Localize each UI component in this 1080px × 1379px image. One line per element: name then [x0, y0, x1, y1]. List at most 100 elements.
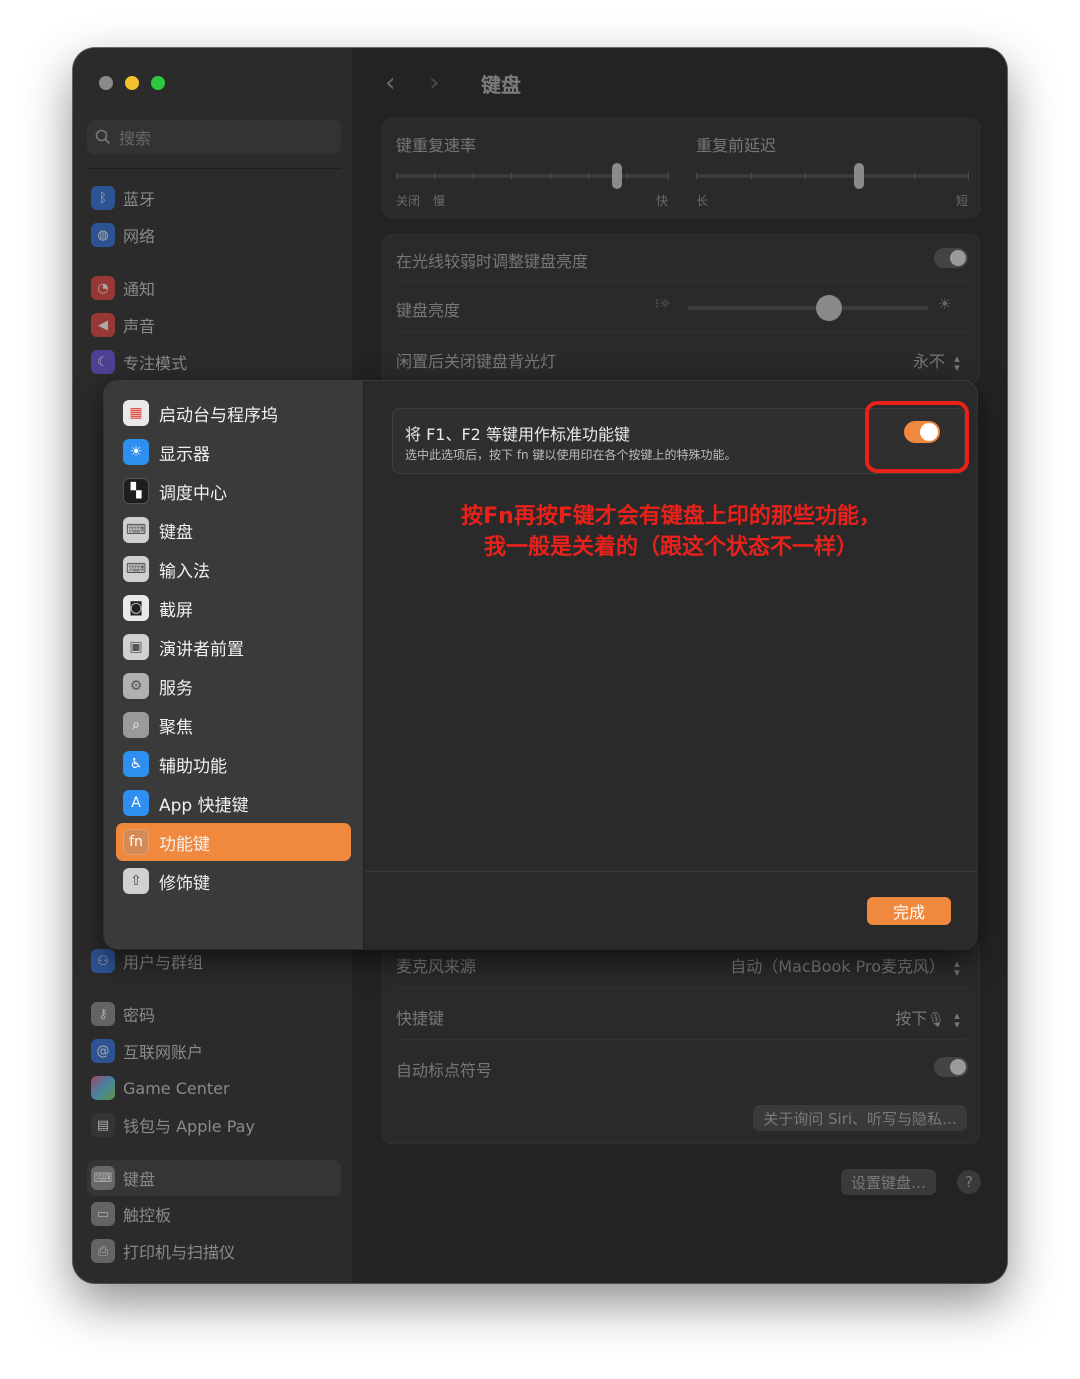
wallet-icon: ▤	[91, 1113, 115, 1137]
sheet-item-label: 修饰键	[159, 873, 210, 894]
backlight-off-select[interactable]: 永不 ▴ ▾	[913, 348, 963, 374]
sidebar-item-sound[interactable]: ◀ 声音	[91, 310, 155, 340]
sheet-item-modifier-keys[interactable]: ⇧ 修饰键	[116, 862, 351, 900]
sheet-item-keyboard[interactable]: ⌨ 键盘	[116, 511, 351, 549]
display-icon: ☀	[123, 439, 149, 465]
sheet-item-accessibility[interactable]: ♿ 辅助功能	[116, 745, 351, 783]
stepper-icon: ▴ ▾	[954, 351, 960, 374]
sheet-item-label: 辅助功能	[159, 756, 227, 777]
annotation-line-2: 我一般是关着的（跟这个状态不一样）	[483, 535, 858, 560]
shortcut-label: 快捷键	[396, 1009, 445, 1028]
sheet-item-label: 调度中心	[159, 483, 227, 504]
moon-icon: ☾	[91, 350, 115, 374]
sheet-item-display[interactable]: ☀ 显示器	[116, 433, 351, 471]
key-repeat-card: 键重复速率 重复前延迟 关闭 慢 快 长 短	[382, 118, 980, 218]
help-button[interactable]: ?	[957, 1170, 981, 1194]
auto-punct-toggle[interactable]	[934, 1057, 968, 1077]
delay-max-label: 短	[956, 194, 969, 208]
backlight-card: 在光线较弱时调整键盘亮度 键盘亮度 ⁝☼ ☀ 闲置后关闭键盘背光灯 永不 ▴ ▾	[382, 234, 980, 384]
brightness-high-icon: ☀	[938, 295, 952, 313]
sidebar-item-label: Game Center	[123, 1078, 230, 1098]
repeat-rate-label: 键重复速率	[396, 136, 477, 155]
sheet-item-services[interactable]: ⚙ 服务	[116, 667, 351, 705]
brightness-low-icon: ⁝☼	[655, 297, 671, 312]
sheet-item-label: 键盘	[159, 522, 193, 543]
repeat-rate-knob[interactable]	[612, 163, 622, 189]
search-field[interactable]: 搜索	[87, 120, 341, 154]
launchpad-icon: ▦	[123, 400, 149, 426]
sidebar-item-keyboard[interactable]: ⌨ 键盘	[87, 1160, 341, 1196]
sidebar-item-notifications[interactable]: ◔ 通知	[91, 273, 155, 303]
mic-source-select[interactable]: 自动（MacBook Pro麦克风） ▴ ▾	[730, 953, 963, 978]
minimize-window-button[interactable]	[125, 76, 139, 90]
brightness-slider[interactable]	[688, 295, 928, 321]
sheet-item-input-sources[interactable]: ⌨ 输入法	[116, 550, 351, 588]
repeat-rate-slider[interactable]	[396, 163, 669, 189]
speaker-icon: ◀	[91, 313, 115, 337]
sidebar-item-printers[interactable]: ⎙ 打印机与扫描仪	[91, 1236, 235, 1266]
sidebar-item-focus[interactable]: ☾ 专注模式	[91, 347, 187, 377]
repeat-delay-slider[interactable]	[696, 163, 969, 189]
forward-arrow-icon[interactable]: ›	[429, 68, 449, 98]
sidebar-item-game-center[interactable]: Game Center	[91, 1073, 230, 1103]
sheet-item-spotlight[interactable]: ⌕ 聚焦	[116, 706, 351, 744]
sidebar-item-label: 网络	[123, 227, 156, 246]
printer-icon: ⎙	[91, 1239, 115, 1263]
annotation-line-1: 按Fn再按F键才会有键盘上印的那些功能，	[461, 504, 881, 529]
sheet-item-label: 显示器	[159, 444, 210, 465]
divider	[87, 168, 341, 169]
brightness-label: 键盘亮度	[396, 301, 461, 320]
sidebar-item-label: 密码	[123, 1006, 156, 1025]
setup-keyboard-button[interactable]: 设置键盘…	[841, 1169, 937, 1195]
mic-source-label: 麦克风来源	[396, 957, 477, 976]
sheet-item-screenshots[interactable]: ◙ 截屏	[116, 589, 351, 627]
sheet-item-label: 截屏	[159, 600, 193, 621]
sheet-item-function-keys[interactable]: fn 功能键	[116, 823, 351, 861]
sidebar-item-label: 专注模式	[123, 354, 188, 373]
repeat-delay-label: 重复前延迟	[696, 136, 777, 155]
mission-control-icon: ▚	[123, 478, 149, 504]
sidebar-item-network[interactable]: ◍ 网络	[91, 220, 155, 250]
fn-icon: fn	[123, 829, 149, 855]
sidebar-item-trackpad[interactable]: ▭ 触控板	[91, 1199, 171, 1229]
bluetooth-icon: ᛒ	[91, 186, 115, 210]
close-window-button[interactable]	[99, 76, 113, 90]
sidebar-item-passwords[interactable]: ⚷ 密码	[91, 999, 155, 1029]
back-arrow-icon[interactable]: ‹	[385, 68, 405, 98]
sheet-item-mission-control[interactable]: ▚ 调度中心	[116, 472, 351, 510]
toolbar: ‹ › 键盘	[355, 48, 1007, 118]
sidebar-item-label: 通知	[123, 280, 156, 299]
sheet-item-launchpad[interactable]: ▦ 启动台与程序坞	[116, 394, 351, 432]
maximize-window-button[interactable]	[151, 76, 165, 90]
globe-icon: ◍	[91, 223, 115, 247]
sheet-item-presenter-overlay[interactable]: ▣ 演讲者前置	[116, 628, 351, 666]
low-light-label: 在光线较弱时调整键盘亮度	[396, 252, 589, 271]
annotation-highlight-box	[865, 401, 969, 473]
divider	[365, 871, 977, 872]
sheet-item-label: 启动台与程序坞	[159, 405, 278, 426]
sheet-item-label: App 快捷键	[159, 795, 249, 816]
low-light-toggle[interactable]	[934, 248, 968, 268]
repeat-delay-knob[interactable]	[854, 163, 864, 189]
annotation-text: 按Fn再按F键才会有键盘上印的那些功能， 我一般是关着的（跟这个状态不一样）	[385, 501, 957, 563]
sidebar-item-bluetooth[interactable]: ᛒ 蓝牙	[91, 183, 155, 213]
game-center-icon	[91, 1076, 115, 1100]
shortcut-value: 按下	[895, 1009, 928, 1028]
sidebar-item-label: 用户与群组	[123, 953, 204, 972]
sidebar-item-users-groups[interactable]: ⚇ 用户与群组	[91, 946, 203, 976]
sidebar-item-label: 蓝牙	[123, 190, 156, 209]
stepper-icon: ▴ ▾	[954, 1008, 960, 1031]
divider	[396, 987, 966, 988]
siri-privacy-button[interactable]: 关于询问 Siri、听写与隐私…	[753, 1105, 967, 1131]
presenter-icon: ▣	[123, 634, 149, 660]
shortcut-select[interactable]: 按下🎙︎ ▴ ▾	[895, 1005, 963, 1031]
brightness-knob[interactable]	[816, 295, 842, 321]
done-button[interactable]: 完成	[867, 897, 951, 925]
auto-punct-label: 自动标点符号	[396, 1061, 493, 1080]
sidebar-item-wallet[interactable]: ▤ 钱包与 Apple Pay	[91, 1110, 255, 1140]
sidebar-item-label: 互联网账户	[123, 1043, 204, 1062]
sidebar-item-internet-accounts[interactable]: @ 互联网账户	[91, 1036, 203, 1066]
at-icon: @	[91, 1039, 115, 1063]
gears-icon: ⚙	[123, 673, 149, 699]
sheet-item-app-shortcuts[interactable]: A App 快捷键	[116, 784, 351, 822]
